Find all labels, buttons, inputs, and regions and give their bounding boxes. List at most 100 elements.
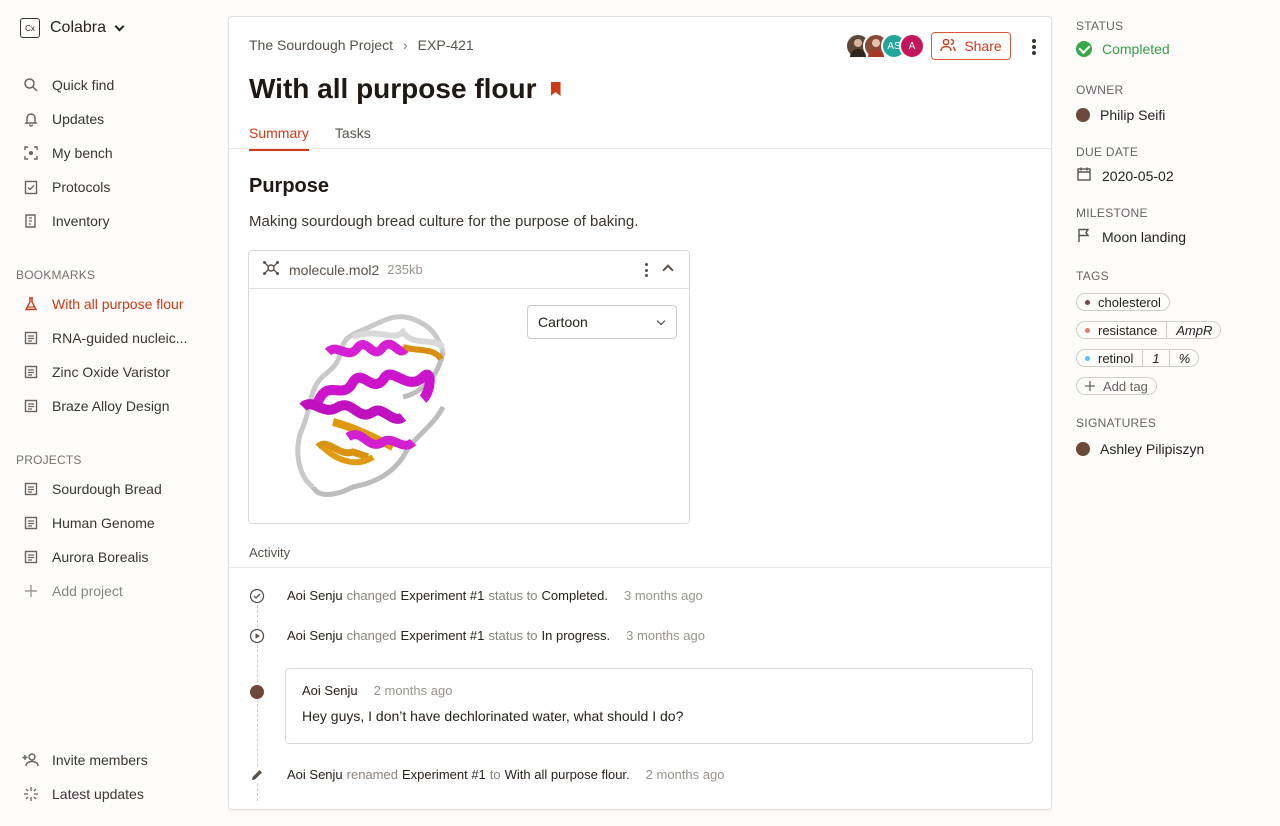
tag-cholesterol[interactable]: cholesterol <box>1076 293 1170 311</box>
invite-label: Invite members <box>52 752 148 768</box>
share-button[interactable]: Share <box>931 32 1011 60</box>
breadcrumb: The Sourdough Project › EXP-421 <box>249 37 474 53</box>
due-date-label: DUE DATE <box>1076 145 1139 159</box>
flag-icon <box>1076 227 1092 246</box>
owner-value[interactable]: Philip Seifi <box>1076 107 1165 123</box>
workspace-switcher[interactable]: Cx Colabra <box>20 18 125 38</box>
nav-my-bench[interactable]: My bench <box>22 136 212 170</box>
add-project-button[interactable]: Add project <box>22 574 212 608</box>
plus-icon <box>1085 379 1095 394</box>
activity-time: 3 months ago <box>624 588 703 603</box>
tag-retinol[interactable]: retinol 1 % <box>1076 349 1200 367</box>
avatar <box>1076 108 1090 122</box>
document-icon <box>22 480 40 498</box>
milestone-label: MILESTONE <box>1076 206 1148 220</box>
tag-color-dot <box>1085 327 1090 333</box>
projects-heading: PROJECTS <box>16 453 82 467</box>
tag-color-dot <box>1085 355 1090 361</box>
bookmark-with-all-purpose-flour[interactable]: With all purpose flour <box>22 287 212 321</box>
project-label: Human Genome <box>52 515 155 531</box>
activity-object[interactable]: Experiment #1 <box>402 767 486 782</box>
activity-object[interactable]: Experiment #1 <box>401 628 485 643</box>
add-project-label: Add project <box>52 583 123 599</box>
nav-quick-find[interactable]: Quick find <box>22 68 212 102</box>
bookmark-zinc-oxide-varistor[interactable]: Zinc Oxide Varistor <box>22 355 212 389</box>
nav-inventory[interactable]: Inventory <box>22 204 212 238</box>
comment-author: Aoi Senju <box>302 683 358 698</box>
tag-value: 1 <box>1142 350 1160 366</box>
nav-protocols[interactable]: Protocols <box>22 170 212 204</box>
bookmark-rna-guided[interactable]: RNA-guided nucleic... <box>22 321 212 355</box>
attachment-header: molecule.mol2 235kb <box>249 251 689 289</box>
plus-icon <box>22 582 40 600</box>
bookmarks-list: With all purpose flour RNA-guided nuclei… <box>22 287 212 423</box>
molecule-viewer: molecule.mol2 235kb Cartoon <box>248 250 690 524</box>
document-icon <box>22 514 40 532</box>
activity-mid: status to <box>488 588 538 603</box>
sparkle-icon <box>22 785 40 803</box>
workspace-logo: Cx <box>20 18 40 38</box>
nav-label: Inventory <box>52 213 110 229</box>
nav-updates[interactable]: Updates <box>22 102 212 136</box>
latest-updates-button[interactable]: Latest updates <box>22 777 212 811</box>
tag-name: retinol <box>1098 350 1134 366</box>
check-circle-icon <box>249 588 265 604</box>
bookmarks-heading: BOOKMARKS <box>16 268 96 282</box>
owner-label: OWNER <box>1076 83 1124 97</box>
document-icon <box>22 363 40 381</box>
attachment-filename[interactable]: molecule.mol2 <box>289 262 379 278</box>
avatar <box>1076 442 1090 456</box>
flask-icon <box>22 295 40 313</box>
more-options-icon[interactable] <box>1029 37 1039 57</box>
tag-resistance[interactable]: resistance AmpR <box>1076 321 1222 339</box>
tag-name: cholesterol <box>1098 294 1161 310</box>
activity-user: Aoi Senju <box>287 628 343 643</box>
comment-body: Hey guys, I don’t have dechlorinated wat… <box>302 708 684 724</box>
document-icon <box>22 329 40 347</box>
sidebar-footer: Invite members Latest updates <box>22 743 212 811</box>
milestone-text: Moon landing <box>1102 228 1187 245</box>
main-nav: Quick find Updates My bench Protocols In… <box>22 68 212 238</box>
users-icon <box>940 38 957 55</box>
tag-value: AmpR <box>1166 322 1212 338</box>
activity-verb: renamed <box>346 767 398 782</box>
project-aurora-borealis[interactable]: Aurora Borealis <box>22 540 212 574</box>
molecule-icon <box>261 259 281 280</box>
activity-value: In progress. <box>541 628 611 643</box>
attachment-more-icon[interactable] <box>645 263 649 277</box>
chevron-down-icon <box>656 316 666 325</box>
divider <box>229 567 1051 568</box>
breadcrumb-project[interactable]: The Sourdough Project <box>249 37 393 53</box>
tag-color-dot <box>1085 299 1090 305</box>
view-mode-value: Cartoon <box>538 314 588 330</box>
clipboard-check-icon <box>22 178 40 196</box>
signature-value[interactable]: Ashley Pilipiszyn <box>1076 441 1204 457</box>
tag-name: resistance <box>1098 322 1158 338</box>
project-human-genome[interactable]: Human Genome <box>22 506 212 540</box>
signature-name: Ashley Pilipiszyn <box>1100 441 1205 457</box>
sidebar: Cx Colabra Quick find Updates My bench P… <box>0 0 220 826</box>
breadcrumb-experiment[interactable]: EXP-421 <box>418 37 474 53</box>
due-date-text: 2020-05-02 <box>1102 167 1174 184</box>
add-tag-label: Add tag <box>1103 378 1148 394</box>
purpose-text: Making sourdough bread culture for the p… <box>249 213 639 230</box>
view-mode-select[interactable]: Cartoon <box>527 305 677 339</box>
collaborator-avatars[interactable]: AS A <box>845 33 925 59</box>
project-sourdough-bread[interactable]: Sourdough Bread <box>22 472 212 506</box>
due-date-value[interactable]: 2020-05-02 <box>1076 166 1174 185</box>
bookmark-icon[interactable] <box>550 82 561 96</box>
bookmark-braze-alloy-design[interactable]: Braze Alloy Design <box>22 389 212 423</box>
search-icon <box>22 76 40 94</box>
activity-event: Aoi Senju renamed Experiment #1 to With … <box>287 767 724 782</box>
add-tag-button[interactable]: Add tag <box>1076 377 1157 395</box>
comment: Aoi Senju 2 months ago Hey guys, I don’t… <box>285 668 1033 744</box>
document-icon <box>22 397 40 415</box>
protein-structure-image[interactable] <box>293 307 463 512</box>
signatures-label: SIGNATURES <box>1076 416 1157 430</box>
play-circle-icon <box>249 628 265 644</box>
status-value[interactable]: Completed <box>1076 41 1170 57</box>
activity-verb: changed <box>346 588 397 603</box>
milestone-value[interactable]: Moon landing <box>1076 227 1186 246</box>
activity-object[interactable]: Experiment #1 <box>401 588 485 603</box>
invite-members-button[interactable]: Invite members <box>22 743 212 777</box>
